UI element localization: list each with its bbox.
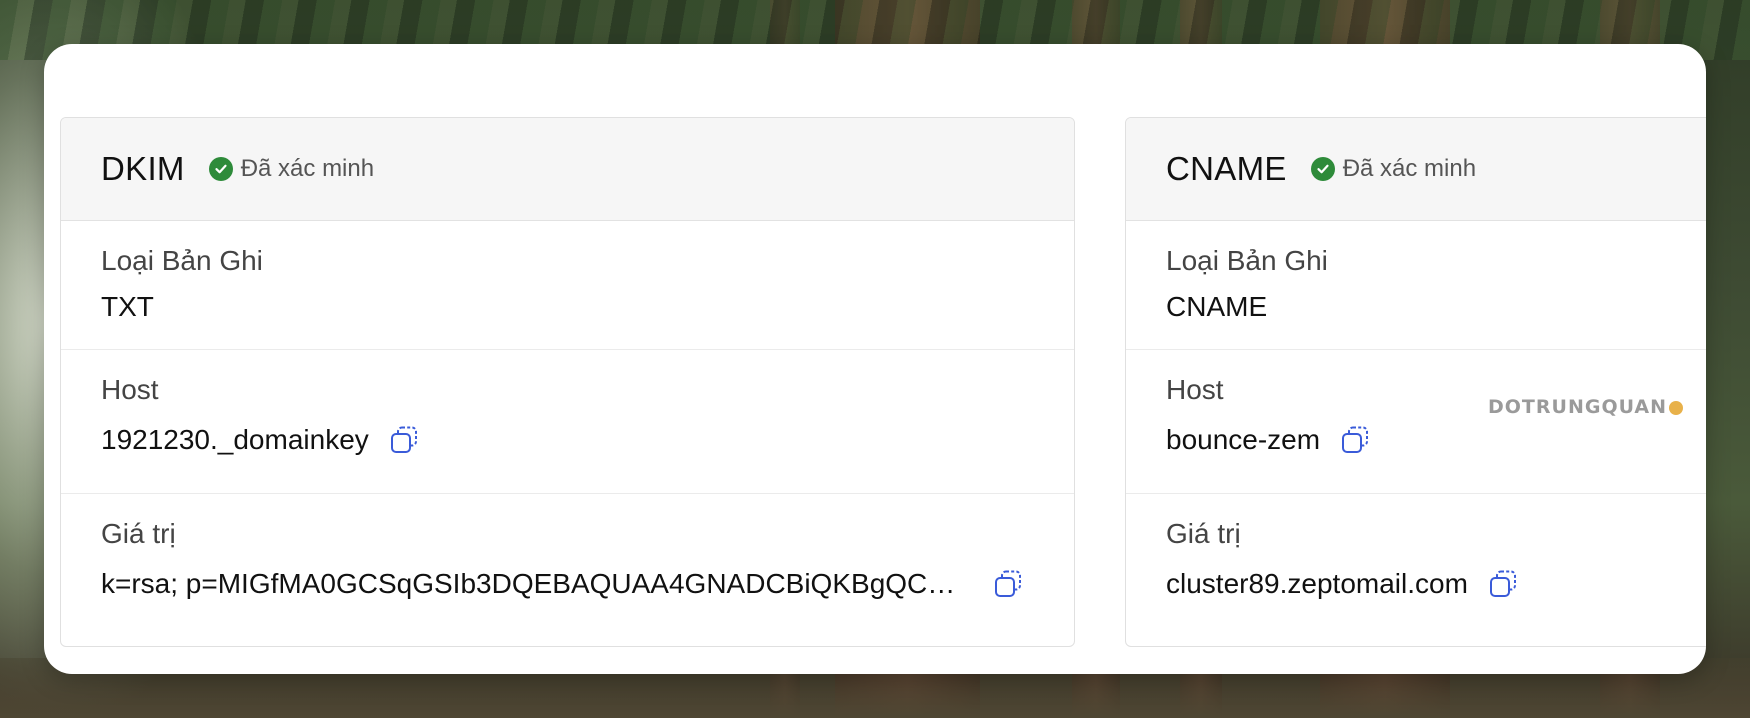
status-label: Đã xác minh bbox=[240, 155, 375, 182]
value-row: Giá trị cluster89.zeptomail.com bbox=[1126, 494, 1706, 646]
status-badge: Đã xác minh bbox=[208, 155, 375, 183]
dns-records-panel: DKIM Đã xác minh Loại Bản Ghi TXT Host 1… bbox=[44, 44, 1706, 674]
record-value: k=rsa; p=MIGfMA0GCSqGSIb3DQEBAQUAA4GNADC… bbox=[101, 568, 963, 599]
host-row: Host 1921230._domainkey bbox=[61, 350, 1074, 494]
record-type-row: Loại Bản Ghi TXT bbox=[61, 221, 1074, 350]
host-label: Host bbox=[101, 374, 159, 405]
copy-value-icon[interactable] bbox=[1488, 569, 1518, 599]
check-circle-icon bbox=[1310, 157, 1335, 181]
card-header: CNAME Đã xác minh bbox=[1126, 118, 1706, 221]
value-label: Giá trị bbox=[1166, 518, 1241, 549]
record-type-value: TXT bbox=[101, 291, 154, 322]
record-type-label: Loại Bản Ghi bbox=[1166, 245, 1328, 276]
copy-value-icon[interactable] bbox=[993, 569, 1023, 599]
watermark-logo: DOTRUNGQUAN bbox=[1488, 396, 1684, 418]
card-header: DKIM Đã xác minh bbox=[61, 118, 1074, 221]
status-label: Đã xác minh bbox=[1342, 155, 1477, 182]
host-row: Host bounce-zem bbox=[1126, 350, 1706, 494]
dkim-record-card: DKIM Đã xác minh Loại Bản Ghi TXT Host 1… bbox=[60, 117, 1075, 647]
check-circle-icon bbox=[208, 157, 233, 181]
record-type-row: Loại Bản Ghi CNAME bbox=[1126, 221, 1706, 350]
host-value: bounce-zem bbox=[1166, 424, 1321, 455]
cname-record-card: CNAME Đã xác minh Loại Bản Ghi CNAME Hos… bbox=[1125, 117, 1706, 647]
copy-host-icon[interactable] bbox=[1340, 425, 1370, 455]
watermark-text: DOTRUNGQUAN bbox=[1488, 396, 1668, 418]
record-value: cluster89.zeptomail.com bbox=[1166, 568, 1468, 599]
value-row: Giá trị k=rsa; p=MIGfMA0GCSqGSIb3DQEBAQU… bbox=[61, 494, 1074, 646]
record-type-value: CNAME bbox=[1166, 291, 1268, 322]
record-type-label: Loại Bản Ghi bbox=[101, 245, 263, 276]
copy-host-icon[interactable] bbox=[389, 425, 419, 455]
record-title: CNAME bbox=[1166, 150, 1287, 187]
value-label: Giá trị bbox=[101, 518, 176, 549]
host-value: 1921230._domainkey bbox=[101, 424, 369, 455]
record-cards: DKIM Đã xác minh Loại Bản Ghi TXT Host 1… bbox=[60, 117, 1706, 647]
record-title: DKIM bbox=[101, 150, 185, 187]
status-badge: Đã xác minh bbox=[1310, 155, 1477, 183]
